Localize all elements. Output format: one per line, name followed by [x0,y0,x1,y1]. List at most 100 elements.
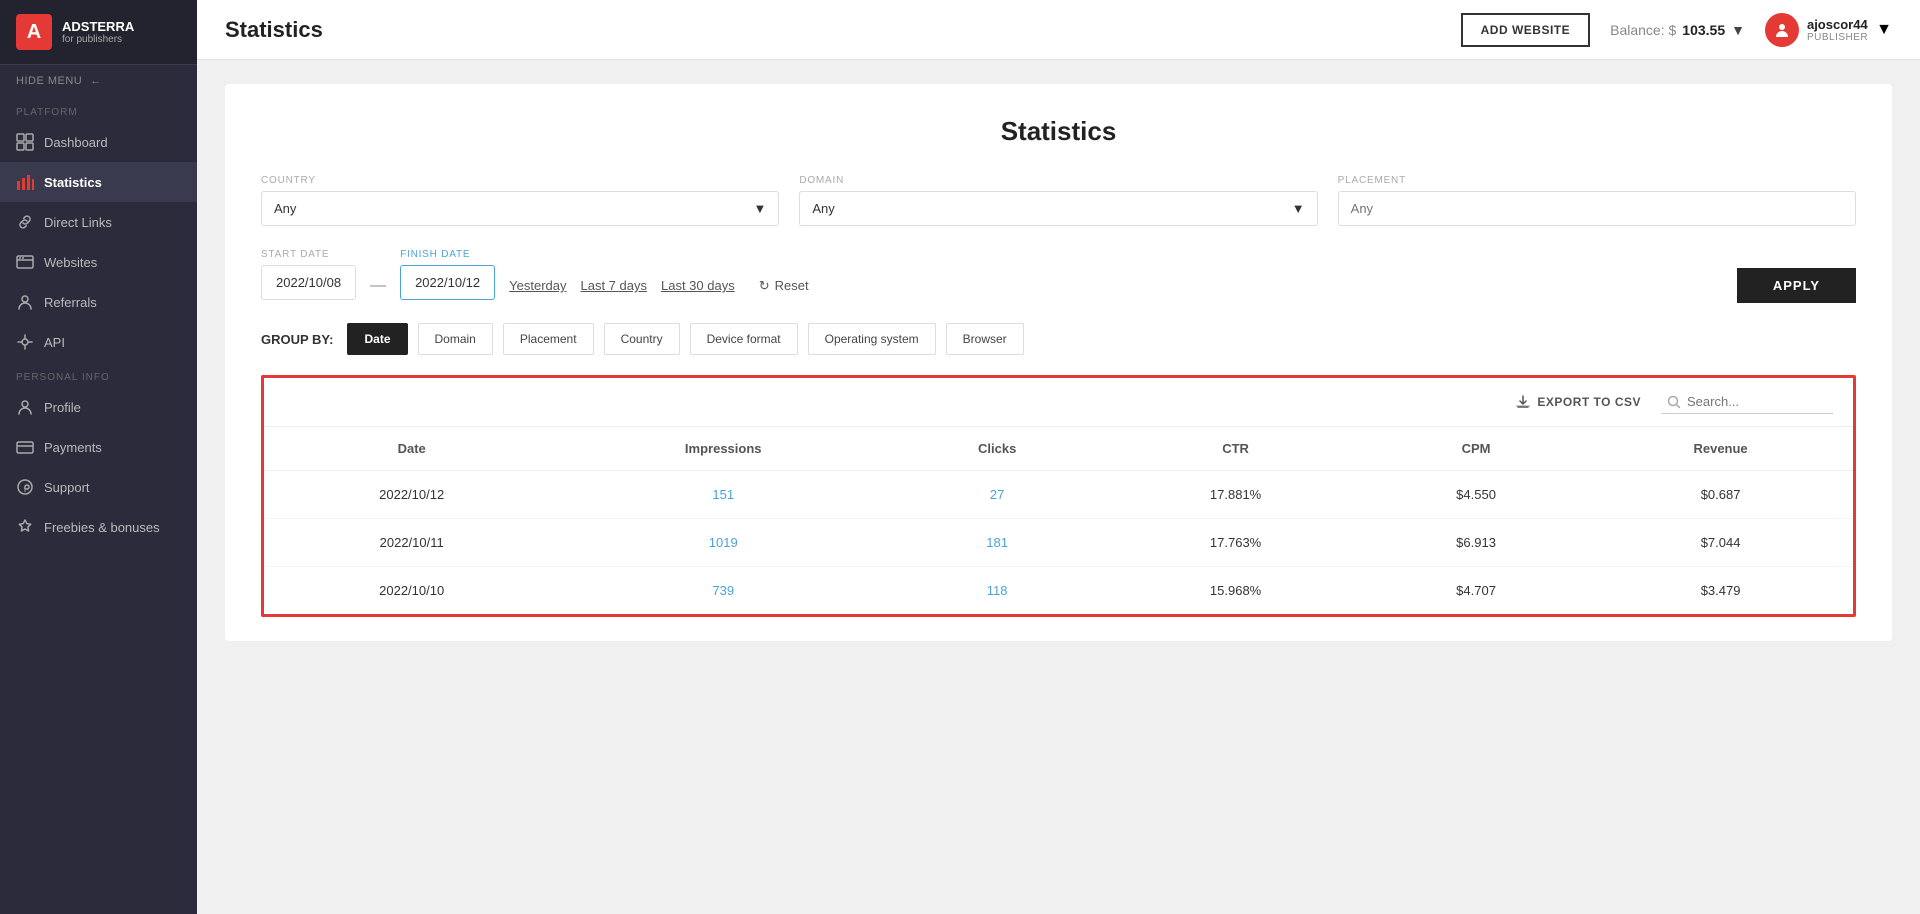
cell-date: 2022/10/11 [264,519,559,567]
search-input[interactable] [1687,394,1827,409]
sidebar-item-support[interactable]: Support [0,467,197,507]
freebies-icon [16,518,34,536]
add-website-button[interactable]: ADD WEBSITE [1461,13,1591,47]
reset-button[interactable]: ↻ Reset [759,278,809,294]
col-clicks: Clicks [887,427,1107,471]
sidebar-item-freebies-label: Freebies & bonuses [44,520,160,535]
group-tab-browser[interactable]: Browser [946,323,1024,355]
placement-filter-group: PLACEMENT [1338,175,1856,226]
sidebar-item-direct-links[interactable]: Direct Links [0,202,197,242]
sidebar-item-profile[interactable]: Profile [0,387,197,427]
cell-impressions: 739 [559,567,887,615]
group-tab-country[interactable]: Country [604,323,680,355]
cell-impressions: 1019 [559,519,887,567]
sidebar-item-dashboard-label: Dashboard [44,135,108,150]
domain-chevron-icon: ▼ [1292,201,1305,216]
hide-menu-label: HIDE MENU [16,75,82,87]
start-date-input[interactable]: 2022/10/08 [261,265,356,300]
group-tab-domain[interactable]: Domain [418,323,493,355]
placement-label: PLACEMENT [1338,175,1856,186]
sidebar-item-api[interactable]: API [0,322,197,362]
cell-revenue: $7.044 [1588,519,1853,567]
statistics-card: Statistics COUNTRY Any ▼ DOMAIN Any ▼ [225,84,1892,641]
group-tab-os[interactable]: Operating system [808,323,936,355]
group-tab-date[interactable]: Date [347,323,407,355]
group-tab-device-format[interactable]: Device format [690,323,798,355]
cell-date: 2022/10/10 [264,567,559,615]
start-date-label: START DATE [261,249,356,260]
user-chevron-icon: ▼ [1876,21,1892,39]
table-row: 2022/10/11 1019 181 17.763% $6.913 $7.04… [264,519,1853,567]
balance-value: 103.55 [1682,22,1725,38]
sidebar-item-referrals-label: Referrals [44,295,97,310]
sidebar-item-profile-label: Profile [44,400,81,415]
arrow-left-icon: ← [90,75,102,87]
sidebar-item-freebies[interactable]: Freebies & bonuses [0,507,197,547]
sidebar-item-dashboard[interactable]: Dashboard [0,122,197,162]
table-toolbar: EXPORT TO CSV [264,378,1853,427]
col-cpm: CPM [1364,427,1588,471]
statistics-table-wrapper: EXPORT TO CSV Date Impressio [261,375,1856,617]
country-select[interactable]: Any ▼ [261,191,779,226]
user-role: PUBLISHER [1807,32,1868,43]
table-row: 2022/10/10 739 118 15.968% $4.707 $3.479 [264,567,1853,615]
sidebar-item-websites-label: Websites [44,255,97,270]
apply-button[interactable]: APPLY [1737,268,1856,303]
logo-area: A ADSTERRA for publishers [0,0,197,65]
search-icon [1667,395,1681,409]
col-ctr: CTR [1107,427,1364,471]
sidebar-item-referrals[interactable]: Referrals [0,282,197,322]
finish-date-input[interactable]: 2022/10/12 [400,265,495,300]
personal-section-label: PERSONAL INFO [0,362,197,387]
domain-filter-group: DOMAIN Any ▼ [799,175,1317,226]
group-by-row: GROUP BY: Date Domain Placement Country … [261,323,1856,355]
finish-date-label: FINISH DATE [400,249,495,260]
group-tab-placement[interactable]: Placement [503,323,594,355]
logo-sub: for publishers [62,34,134,45]
date-range-dash: — [370,277,386,295]
last30-link[interactable]: Last 30 days [661,278,735,293]
user-avatar [1765,13,1799,47]
sidebar-item-direct-links-label: Direct Links [44,215,112,230]
finish-date-group: FINISH DATE 2022/10/12 [400,249,495,300]
last7-link[interactable]: Last 7 days [581,278,648,293]
country-label: COUNTRY [261,175,779,186]
placement-input[interactable] [1338,191,1856,226]
sidebar-item-support-label: Support [44,480,90,495]
page-title: Statistics [225,17,1461,43]
cell-date: 2022/10/12 [264,471,559,519]
username: ajoscor44 [1807,17,1868,32]
cell-ctr: 17.763% [1107,519,1364,567]
domain-label: DOMAIN [799,175,1317,186]
direct-links-icon [16,213,34,231]
sidebar-item-websites[interactable]: Websites [0,242,197,282]
statistics-table: Date Impressions Clicks CTR CPM Revenue … [264,427,1853,614]
col-revenue: Revenue [1588,427,1853,471]
sidebar-item-statistics[interactable]: Statistics [0,162,197,202]
support-icon [16,478,34,496]
col-impressions: Impressions [559,427,887,471]
hide-menu-button[interactable]: HIDE MENU ← [0,65,197,97]
yesterday-link[interactable]: Yesterday [509,278,566,293]
user-area[interactable]: ajoscor44 PUBLISHER ▼ [1765,13,1892,47]
cell-clicks: 27 [887,471,1107,519]
sidebar: A ADSTERRA for publishers HIDE MENU ← PL… [0,0,197,914]
card-title: Statistics [261,116,1856,147]
reset-icon: ↻ [759,278,770,294]
sidebar-item-statistics-label: Statistics [44,175,102,190]
country-filter-group: COUNTRY Any ▼ [261,175,779,226]
cell-impressions: 151 [559,471,887,519]
search-box[interactable] [1661,390,1833,414]
export-csv-button[interactable]: EXPORT TO CSV [1515,394,1641,410]
content-area: Statistics COUNTRY Any ▼ DOMAIN Any ▼ [197,60,1920,914]
cell-cpm: $4.707 [1364,567,1588,615]
domain-select[interactable]: Any ▼ [799,191,1317,226]
balance-area[interactable]: Balance: $ 103.55 ▼ [1610,22,1745,38]
export-label: EXPORT TO CSV [1537,395,1641,409]
group-by-label: GROUP BY: [261,332,333,347]
websites-icon [16,253,34,271]
cell-cpm: $4.550 [1364,471,1588,519]
sidebar-item-payments[interactable]: Payments [0,427,197,467]
cell-clicks: 181 [887,519,1107,567]
sidebar-item-payments-label: Payments [44,440,102,455]
